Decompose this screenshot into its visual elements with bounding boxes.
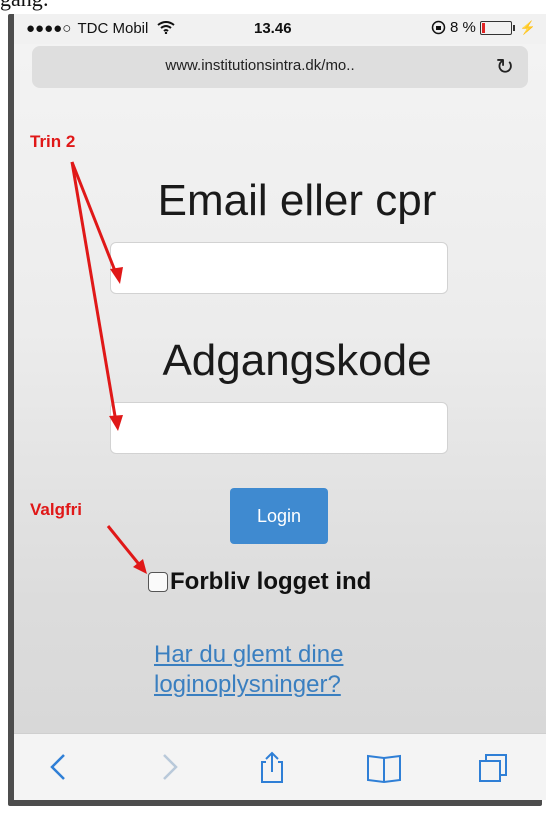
tabs-icon[interactable] — [474, 750, 514, 784]
forward-icon[interactable] — [148, 750, 188, 784]
share-icon[interactable] — [252, 750, 292, 784]
arrow-to-email — [70, 161, 119, 277]
annotation-arrows — [70, 161, 147, 574]
top-text-fragment: gang: — [0, 0, 49, 11]
browser-toolbar — [14, 733, 546, 800]
bookmarks-icon[interactable] — [364, 750, 404, 784]
arrow-to-password — [70, 161, 118, 423]
back-icon[interactable] — [40, 750, 80, 784]
phone-screen: ●●●●○ TDC Mobil 13.46 8 % ⚡ www.institut… — [14, 14, 546, 800]
arrow-to-checkbox — [106, 525, 144, 569]
